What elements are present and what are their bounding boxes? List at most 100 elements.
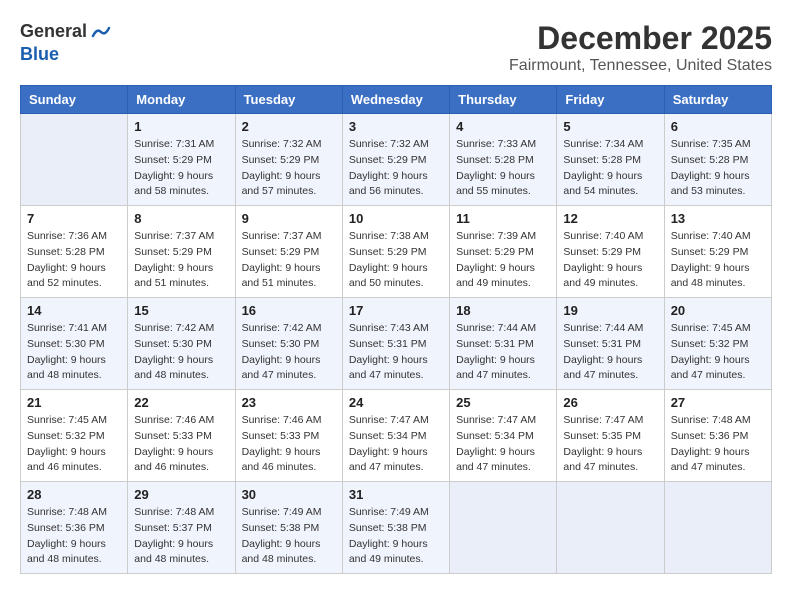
day-number: 3 bbox=[349, 119, 443, 134]
day-number: 1 bbox=[134, 119, 228, 134]
day-number: 9 bbox=[242, 211, 336, 226]
day-number: 8 bbox=[134, 211, 228, 226]
day-number: 4 bbox=[456, 119, 550, 134]
calendar-day-cell: 2 Sunrise: 7:32 AM Sunset: 5:29 PM Daylig… bbox=[235, 114, 342, 206]
calendar-day-cell: 19 Sunrise: 7:44 AM Sunset: 5:31 PM Dayli… bbox=[557, 298, 664, 390]
weekday-header: Wednesday bbox=[342, 86, 449, 114]
calendar-day-cell: 29Sunrise: 7:48 AM Sunset: 5:37 PM Dayli… bbox=[128, 482, 235, 574]
day-info: Sunrise: 7:47 AM Sunset: 5:34 PM Dayligh… bbox=[349, 413, 443, 476]
day-number: 17 bbox=[349, 303, 443, 318]
day-info: Sunrise: 7:33 AM Sunset: 5:28 PM Dayligh… bbox=[456, 137, 550, 200]
day-info: Sunrise: 7:38 AM Sunset: 5:29 PM Dayligh… bbox=[349, 229, 443, 292]
day-number: 2 bbox=[242, 119, 336, 134]
calendar-day-cell: 25 Sunrise: 7:47 AM Sunset: 5:34 PM Dayli… bbox=[450, 390, 557, 482]
day-number: 20 bbox=[671, 303, 765, 318]
day-number: 6 bbox=[671, 119, 765, 134]
weekday-header: Monday bbox=[128, 86, 235, 114]
day-info: Sunrise: 7:47 AM Sunset: 5:34 PM Dayligh… bbox=[456, 413, 550, 476]
day-number: 7 bbox=[27, 211, 121, 226]
calendar-day-cell: 3 Sunrise: 7:32 AM Sunset: 5:29 PM Daylig… bbox=[342, 114, 449, 206]
calendar-day-cell: 30 Sunrise: 7:49 AM Sunset: 5:38 PM Dayli… bbox=[235, 482, 342, 574]
day-number: 14 bbox=[27, 303, 121, 318]
day-info: Sunrise: 7:40 AM Sunset: 5:29 PM Dayligh… bbox=[671, 229, 765, 292]
month-title: December 2025 bbox=[509, 20, 772, 57]
calendar-day-cell: 14 Sunrise: 7:41 AM Sunset: 5:30 PM Dayli… bbox=[21, 298, 128, 390]
logo-blue: Blue bbox=[20, 44, 113, 66]
calendar-day-cell: 13 Sunrise: 7:40 AM Sunset: 5:29 PM Dayli… bbox=[664, 206, 771, 298]
calendar-day-cell bbox=[450, 482, 557, 574]
day-info: Sunrise: 7:49 AM Sunset: 5:38 PM Dayligh… bbox=[242, 505, 336, 568]
day-info: Sunrise: 7:39 AM Sunset: 5:29 PM Dayligh… bbox=[456, 229, 550, 292]
calendar-day-cell: 6 Sunrise: 7:35 AM Sunset: 5:28 PM Daylig… bbox=[664, 114, 771, 206]
day-info: Sunrise: 7:46 AM Sunset: 5:33 PM Dayligh… bbox=[242, 413, 336, 476]
calendar-day-cell bbox=[21, 114, 128, 206]
day-info: Sunrise: 7:45 AM Sunset: 5:32 PM Dayligh… bbox=[27, 413, 121, 476]
day-number: 22 bbox=[134, 395, 228, 410]
day-number: 18 bbox=[456, 303, 550, 318]
day-number: 30 bbox=[242, 487, 336, 502]
day-number: 28 bbox=[27, 487, 121, 502]
calendar-day-cell: 18 Sunrise: 7:44 AM Sunset: 5:31 PM Dayli… bbox=[450, 298, 557, 390]
calendar-day-cell: 20Sunrise: 7:45 AM Sunset: 5:32 PM Dayli… bbox=[664, 298, 771, 390]
day-info: Sunrise: 7:35 AM Sunset: 5:28 PM Dayligh… bbox=[671, 137, 765, 200]
calendar-week-row: 7 Sunrise: 7:36 AM Sunset: 5:28 PM Daylig… bbox=[21, 206, 772, 298]
day-info: Sunrise: 7:32 AM Sunset: 5:29 PM Dayligh… bbox=[349, 137, 443, 200]
calendar-day-cell: 28 Sunrise: 7:48 AM Sunset: 5:36 PM Dayli… bbox=[21, 482, 128, 574]
calendar-day-cell bbox=[557, 482, 664, 574]
weekday-header: Friday bbox=[557, 86, 664, 114]
day-info: Sunrise: 7:40 AM Sunset: 5:29 PM Dayligh… bbox=[563, 229, 657, 292]
day-info: Sunrise: 7:46 AM Sunset: 5:33 PM Dayligh… bbox=[134, 413, 228, 476]
day-info: Sunrise: 7:47 AM Sunset: 5:35 PM Dayligh… bbox=[563, 413, 657, 476]
day-info: Sunrise: 7:32 AM Sunset: 5:29 PM Dayligh… bbox=[242, 137, 336, 200]
day-info: Sunrise: 7:31 AM Sunset: 5:29 PM Dayligh… bbox=[134, 137, 228, 200]
day-number: 29 bbox=[134, 487, 228, 502]
day-number: 12 bbox=[563, 211, 657, 226]
weekday-header: Saturday bbox=[664, 86, 771, 114]
day-info: Sunrise: 7:44 AM Sunset: 5:31 PM Dayligh… bbox=[456, 321, 550, 384]
calendar-day-cell: 16Sunrise: 7:42 AM Sunset: 5:30 PM Dayli… bbox=[235, 298, 342, 390]
calendar-day-cell: 7 Sunrise: 7:36 AM Sunset: 5:28 PM Daylig… bbox=[21, 206, 128, 298]
day-number: 23 bbox=[242, 395, 336, 410]
day-info: Sunrise: 7:42 AM Sunset: 5:30 PM Dayligh… bbox=[134, 321, 228, 384]
location: Fairmount, Tennessee, United States bbox=[509, 57, 772, 75]
calendar-day-cell: 5Sunrise: 7:34 AM Sunset: 5:28 PM Daylig… bbox=[557, 114, 664, 206]
day-number: 13 bbox=[671, 211, 765, 226]
calendar-day-cell: 11Sunrise: 7:39 AM Sunset: 5:29 PM Dayli… bbox=[450, 206, 557, 298]
calendar-week-row: 14 Sunrise: 7:41 AM Sunset: 5:30 PM Dayli… bbox=[21, 298, 772, 390]
calendar-day-cell: 21Sunrise: 7:45 AM Sunset: 5:32 PM Dayli… bbox=[21, 390, 128, 482]
day-info: Sunrise: 7:43 AM Sunset: 5:31 PM Dayligh… bbox=[349, 321, 443, 384]
day-info: Sunrise: 7:49 AM Sunset: 5:38 PM Dayligh… bbox=[349, 505, 443, 568]
calendar-day-cell: 1 Sunrise: 7:31 AM Sunset: 5:29 PM Daylig… bbox=[128, 114, 235, 206]
day-number: 25 bbox=[456, 395, 550, 410]
day-info: Sunrise: 7:37 AM Sunset: 5:29 PM Dayligh… bbox=[134, 229, 228, 292]
calendar-week-row: 28 Sunrise: 7:48 AM Sunset: 5:36 PM Dayli… bbox=[21, 482, 772, 574]
calendar-day-cell: 24 Sunrise: 7:47 AM Sunset: 5:34 PM Dayli… bbox=[342, 390, 449, 482]
logo-general: General bbox=[20, 21, 87, 43]
weekday-header: Thursday bbox=[450, 86, 557, 114]
day-number: 16 bbox=[242, 303, 336, 318]
day-info: Sunrise: 7:34 AM Sunset: 5:28 PM Dayligh… bbox=[563, 137, 657, 200]
calendar-day-cell: 23 Sunrise: 7:46 AM Sunset: 5:33 PM Dayli… bbox=[235, 390, 342, 482]
page-header: General Blue December 2025 Fairmount, Te… bbox=[20, 20, 772, 75]
calendar-week-row: 21Sunrise: 7:45 AM Sunset: 5:32 PM Dayli… bbox=[21, 390, 772, 482]
calendar-day-cell: 15Sunrise: 7:42 AM Sunset: 5:30 PM Dayli… bbox=[128, 298, 235, 390]
calendar-day-cell: 9 Sunrise: 7:37 AM Sunset: 5:29 PM Daylig… bbox=[235, 206, 342, 298]
calendar-week-row: 1 Sunrise: 7:31 AM Sunset: 5:29 PM Daylig… bbox=[21, 114, 772, 206]
calendar-day-cell: 26Sunrise: 7:47 AM Sunset: 5:35 PM Dayli… bbox=[557, 390, 664, 482]
calendar-day-cell: 8 Sunrise: 7:37 AM Sunset: 5:29 PM Daylig… bbox=[128, 206, 235, 298]
day-number: 27 bbox=[671, 395, 765, 410]
day-number: 10 bbox=[349, 211, 443, 226]
day-number: 24 bbox=[349, 395, 443, 410]
calendar-day-cell: 4 Sunrise: 7:33 AM Sunset: 5:28 PM Daylig… bbox=[450, 114, 557, 206]
day-info: Sunrise: 7:48 AM Sunset: 5:36 PM Dayligh… bbox=[27, 505, 121, 568]
calendar-header-row: SundayMondayTuesdayWednesdayThursdayFrid… bbox=[21, 86, 772, 114]
day-info: Sunrise: 7:41 AM Sunset: 5:30 PM Dayligh… bbox=[27, 321, 121, 384]
day-number: 19 bbox=[563, 303, 657, 318]
calendar-table: SundayMondayTuesdayWednesdayThursdayFrid… bbox=[20, 85, 772, 574]
day-info: Sunrise: 7:36 AM Sunset: 5:28 PM Dayligh… bbox=[27, 229, 121, 292]
day-info: Sunrise: 7:44 AM Sunset: 5:31 PM Dayligh… bbox=[563, 321, 657, 384]
weekday-header: Sunday bbox=[21, 86, 128, 114]
day-info: Sunrise: 7:37 AM Sunset: 5:29 PM Dayligh… bbox=[242, 229, 336, 292]
day-number: 31 bbox=[349, 487, 443, 502]
calendar-day-cell: 17 Sunrise: 7:43 AM Sunset: 5:31 PM Dayli… bbox=[342, 298, 449, 390]
